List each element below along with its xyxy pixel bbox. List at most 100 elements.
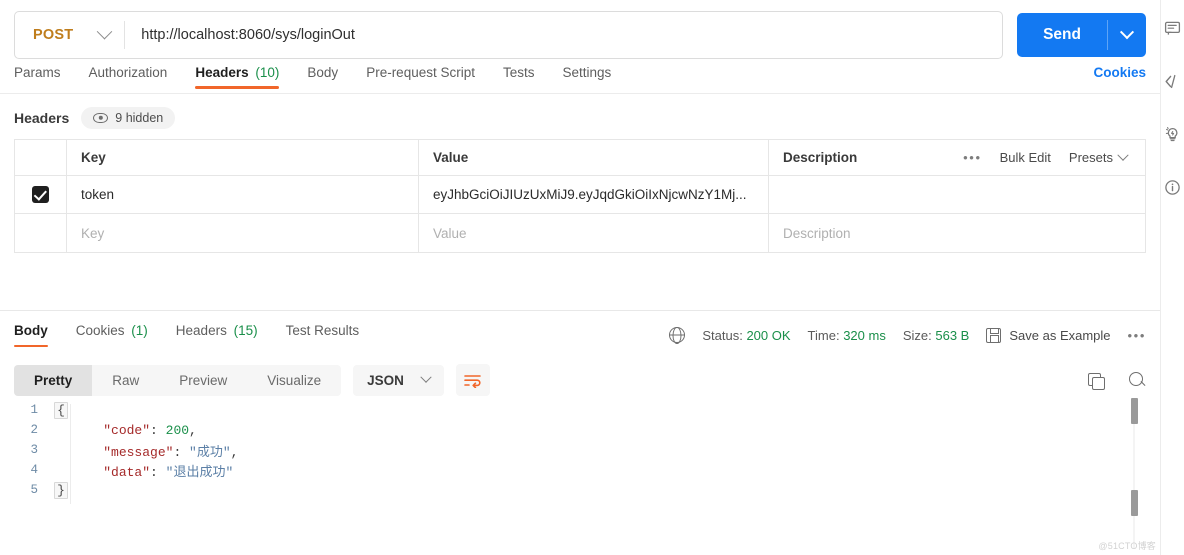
hidden-headers-count: 9 hidden bbox=[115, 111, 164, 125]
line-number: 3 bbox=[30, 443, 38, 457]
time-label: Time: bbox=[807, 327, 840, 343]
tab-pre-request-script[interactable]: Pre-request Script bbox=[366, 65, 475, 89]
wrap-lines-icon bbox=[464, 374, 482, 388]
header-checkbox-cell bbox=[15, 140, 67, 175]
status-label: Status: bbox=[702, 327, 743, 343]
table-actions: ••• Bulk Edit Presets bbox=[963, 149, 1131, 165]
row-key[interactable]: token bbox=[67, 176, 419, 213]
column-key: Key bbox=[67, 140, 419, 175]
code-line: 1{ bbox=[0, 400, 1160, 420]
tab-count: (15) bbox=[233, 323, 258, 338]
wrap-lines-button[interactable] bbox=[455, 364, 490, 396]
format-tab-raw[interactable]: Raw bbox=[92, 365, 159, 396]
code-text: "code": 200, bbox=[103, 422, 197, 438]
table-row: token eyJhbGciOiJIUzUxMiJ9.eyJqdGkiOiIxN… bbox=[15, 176, 1145, 214]
code-line: 2 "code": 200, bbox=[0, 420, 1160, 440]
tab-label: Headers bbox=[175, 323, 227, 338]
globe-icon bbox=[669, 327, 686, 343]
tab-tests[interactable]: Tests bbox=[503, 65, 535, 89]
main-panel: POST http://localhost:8060/sys/loginOut … bbox=[0, 0, 1160, 555]
tab-params[interactable]: Params bbox=[14, 65, 61, 89]
row-checkbox[interactable] bbox=[32, 186, 49, 203]
scrollbar-thumb-bottom[interactable] bbox=[1131, 490, 1138, 516]
headers-title: Headers bbox=[14, 110, 70, 126]
response-tab-body[interactable]: Body bbox=[14, 323, 48, 347]
line-number: 2 bbox=[30, 423, 38, 437]
tab-label: Params bbox=[14, 64, 61, 80]
status-info: Status: 200 OK bbox=[702, 328, 790, 343]
tab-headers[interactable]: Headers (10) bbox=[195, 64, 280, 89]
tab-label: Pre-request Script bbox=[366, 64, 475, 80]
response-tab-test-results[interactable]: Test Results bbox=[286, 323, 360, 347]
tab-label: Settings bbox=[562, 64, 612, 80]
code-text: "data": "退出成功" bbox=[103, 464, 234, 480]
pane-divider[interactable] bbox=[0, 310, 1160, 311]
table-header-row: Key Value Description ••• Bulk Edit Pres… bbox=[15, 140, 1145, 176]
tab-body[interactable]: Body bbox=[307, 65, 338, 89]
code-text: "message": "成功", bbox=[103, 444, 239, 460]
info-icon[interactable] bbox=[1164, 179, 1181, 196]
status-value: 200 OK bbox=[746, 327, 791, 343]
chevron-down-icon bbox=[420, 371, 432, 383]
tab-label: Body bbox=[14, 323, 48, 338]
code-icon[interactable] bbox=[1164, 73, 1181, 90]
lightbulb-icon[interactable] bbox=[1164, 126, 1181, 143]
save-as-example-button[interactable]: Save as Example bbox=[986, 327, 1111, 343]
tab-count: (10) bbox=[255, 64, 280, 80]
response-more-icon[interactable]: ••• bbox=[1128, 328, 1146, 343]
time-info: Time: 320 ms bbox=[808, 328, 886, 343]
size-label: Size: bbox=[902, 327, 932, 343]
url-input[interactable]: http://localhost:8060/sys/loginOut bbox=[125, 27, 1002, 43]
comment-icon[interactable] bbox=[1164, 20, 1181, 37]
tab-authorization[interactable]: Authorization bbox=[89, 65, 168, 89]
headers-toolbar: Headers 9 hidden bbox=[0, 94, 1160, 139]
tab-label: Headers bbox=[195, 64, 249, 80]
code-line: 4 "data": "退出成功" bbox=[0, 460, 1160, 480]
tab-label: Tests bbox=[502, 64, 535, 80]
response-body-code[interactable]: 1{2 "code": 200, 3 "message": "成功", 4 "dat… bbox=[0, 400, 1160, 555]
hidden-headers-toggle[interactable]: 9 hidden bbox=[81, 107, 176, 129]
tab-count: (1) bbox=[131, 323, 148, 338]
time-value: 320 ms bbox=[843, 327, 886, 343]
language-selector[interactable]: JSON bbox=[353, 364, 444, 396]
row-description[interactable] bbox=[769, 176, 1145, 213]
tab-label: Body bbox=[307, 64, 339, 80]
line-number: 4 bbox=[30, 463, 38, 477]
search-icon[interactable] bbox=[1129, 371, 1146, 389]
copy-icon[interactable] bbox=[1088, 372, 1105, 390]
line-number: 5 bbox=[30, 483, 38, 497]
code-fold-marker[interactable]: } bbox=[54, 481, 68, 499]
response-tab-headers[interactable]: Headers (15) bbox=[176, 323, 258, 347]
request-tabs: Params Authorization Headers (10) Body P… bbox=[0, 60, 1160, 94]
tab-settings[interactable]: Settings bbox=[563, 65, 612, 89]
empty-key-input[interactable]: Key bbox=[67, 214, 419, 252]
row-value[interactable]: eyJhbGciOiJIUzUxMiJ9.eyJqdGkiOiIxNjcwNzY… bbox=[419, 176, 769, 213]
send-button-group: Send bbox=[1017, 12, 1146, 57]
response-meta: Status: 200 OK Time: 320 ms Size: 563 B … bbox=[669, 327, 1146, 343]
save-disk-icon bbox=[986, 327, 1002, 343]
scrollbar-thumb-top[interactable] bbox=[1131, 398, 1138, 424]
send-options-button[interactable] bbox=[1108, 13, 1146, 57]
method-selector[interactable]: POST bbox=[15, 12, 124, 58]
presets-button[interactable]: Presets bbox=[1069, 149, 1129, 165]
url-input-wrapper: POST http://localhost:8060/sys/loginOut bbox=[14, 10, 1004, 59]
size-info: Size: 563 B bbox=[903, 328, 970, 343]
table-row-empty: Key Value Description bbox=[15, 214, 1145, 252]
code-scrollbar[interactable] bbox=[1131, 398, 1138, 549]
line-number: 1 bbox=[30, 403, 38, 417]
headers-table: Key Value Description ••• Bulk Edit Pres… bbox=[14, 139, 1146, 253]
code-line: 3 "message": "成功", bbox=[0, 440, 1160, 460]
format-tab-preview[interactable]: Preview bbox=[159, 365, 247, 396]
response-tab-cookies[interactable]: Cookies (1) bbox=[76, 323, 148, 347]
empty-description-input[interactable]: Description bbox=[769, 214, 1145, 252]
language-label: JSON bbox=[367, 372, 404, 388]
cookies-link[interactable]: Cookies bbox=[1093, 65, 1146, 89]
send-button[interactable]: Send bbox=[1017, 13, 1107, 57]
method-label: POST bbox=[33, 26, 74, 43]
format-tab-pretty[interactable]: Pretty bbox=[14, 364, 93, 396]
format-tab-visualize[interactable]: Visualize bbox=[247, 365, 341, 396]
empty-value-input[interactable]: Value bbox=[419, 214, 769, 252]
code-fold-marker[interactable]: { bbox=[54, 401, 68, 419]
more-options-icon[interactable]: ••• bbox=[963, 150, 981, 165]
bulk-edit-button[interactable]: Bulk Edit bbox=[1000, 150, 1051, 165]
